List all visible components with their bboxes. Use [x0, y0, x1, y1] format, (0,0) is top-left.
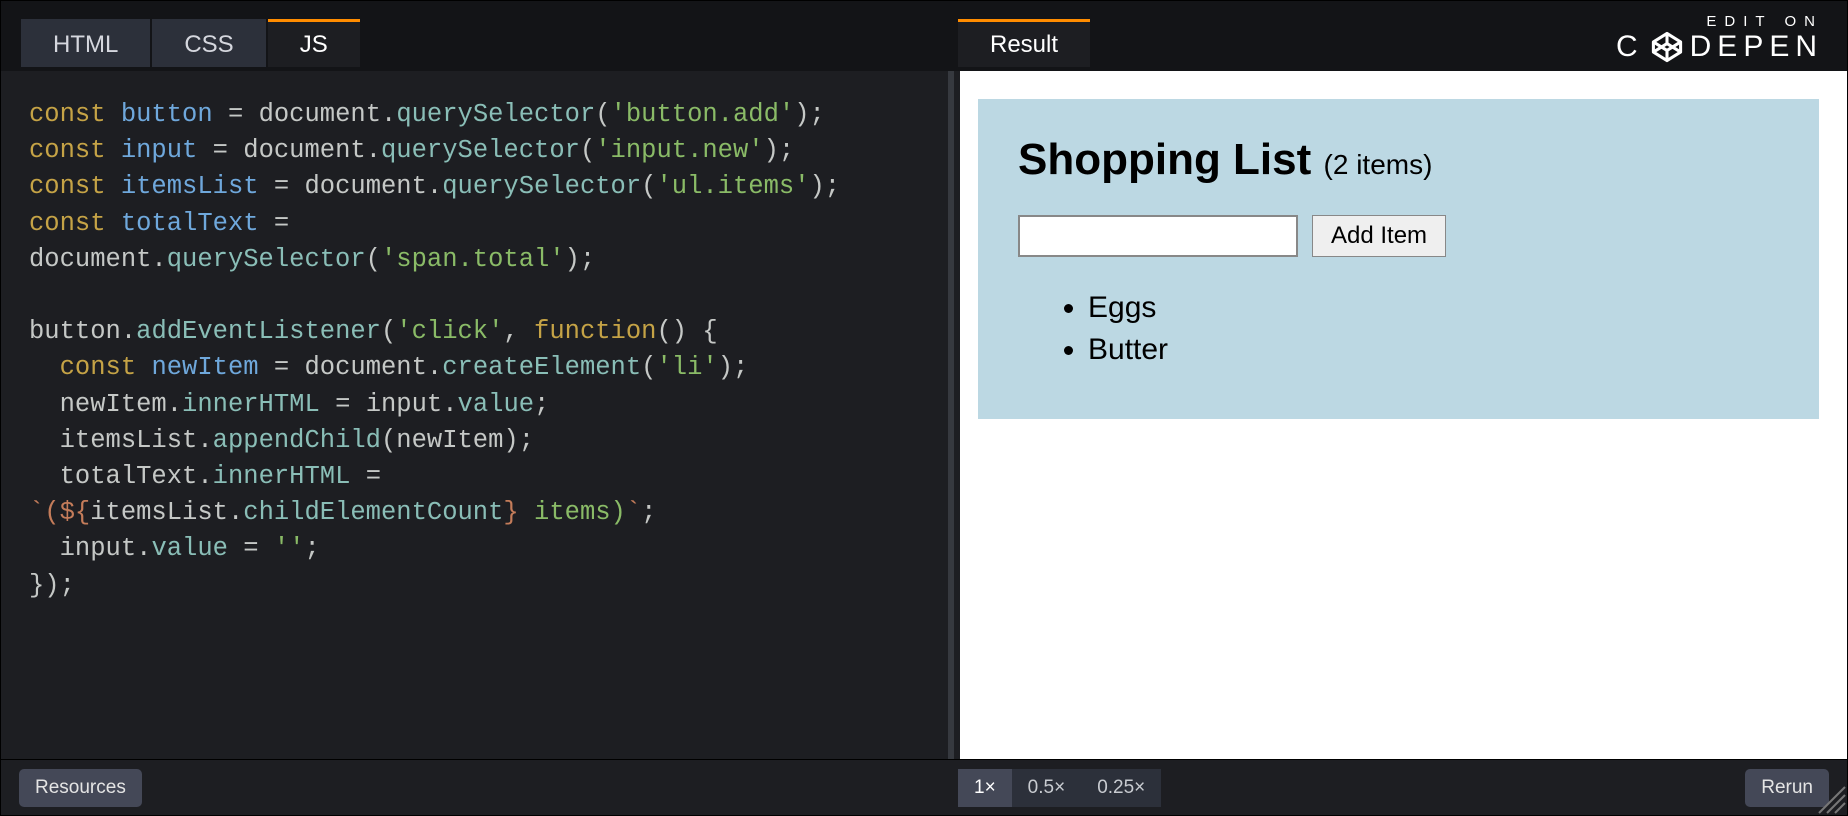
list-item: Eggs — [1088, 287, 1779, 329]
pane-splitter[interactable] — [942, 71, 960, 759]
zoom-025x-button[interactable]: 0.25× — [1081, 769, 1161, 807]
zoom-1x-button[interactable]: 1× — [958, 769, 1012, 807]
new-item-input[interactable] — [1018, 215, 1298, 257]
editor-tabs: HTML CSS JS — [21, 1, 360, 71]
bottom-bar: Resources 1× 0.5× 0.25× Rerun — [1, 759, 1847, 815]
add-item-button[interactable]: Add Item — [1312, 215, 1446, 257]
code-content[interactable]: const button = document.querySelector('b… — [29, 97, 916, 604]
codepen-editor: HTML CSS JS Result EDIT ON C — [0, 0, 1848, 816]
tab-result[interactable]: Result — [958, 19, 1090, 67]
item-count: (2 items) — [1324, 149, 1433, 180]
zoom-05x-button[interactable]: 0.5× — [1012, 769, 1082, 807]
items-list: Eggs Butter — [1018, 287, 1779, 371]
tab-js[interactable]: JS — [268, 19, 360, 67]
tab-css[interactable]: CSS — [152, 19, 265, 67]
tab-html[interactable]: HTML — [21, 19, 150, 67]
result-pane: Shopping List (2 items) Add Item Eggs Bu… — [960, 71, 1847, 759]
edit-on-label: EDIT ON — [1616, 13, 1823, 30]
zoom-controls: 1× 0.5× 0.25× — [958, 769, 1161, 807]
resources-button[interactable]: Resources — [19, 769, 142, 807]
rerun-button[interactable]: Rerun — [1745, 769, 1829, 807]
result-preview: Shopping List (2 items) Add Item Eggs Bu… — [978, 99, 1819, 419]
list-item: Butter — [1088, 329, 1779, 371]
codepen-brand-link[interactable]: EDIT ON C DEPEN — [1616, 13, 1823, 64]
codepen-cube-icon — [1650, 30, 1684, 64]
codepen-logo: C DEPEN — [1616, 30, 1823, 64]
main-split: const button = document.querySelector('b… — [1, 71, 1847, 759]
shopping-list-title: Shopping List (2 items) — [1018, 135, 1432, 184]
js-editor-pane[interactable]: const button = document.querySelector('b… — [1, 71, 942, 759]
top-tab-bar: HTML CSS JS Result EDIT ON C — [1, 1, 1847, 71]
